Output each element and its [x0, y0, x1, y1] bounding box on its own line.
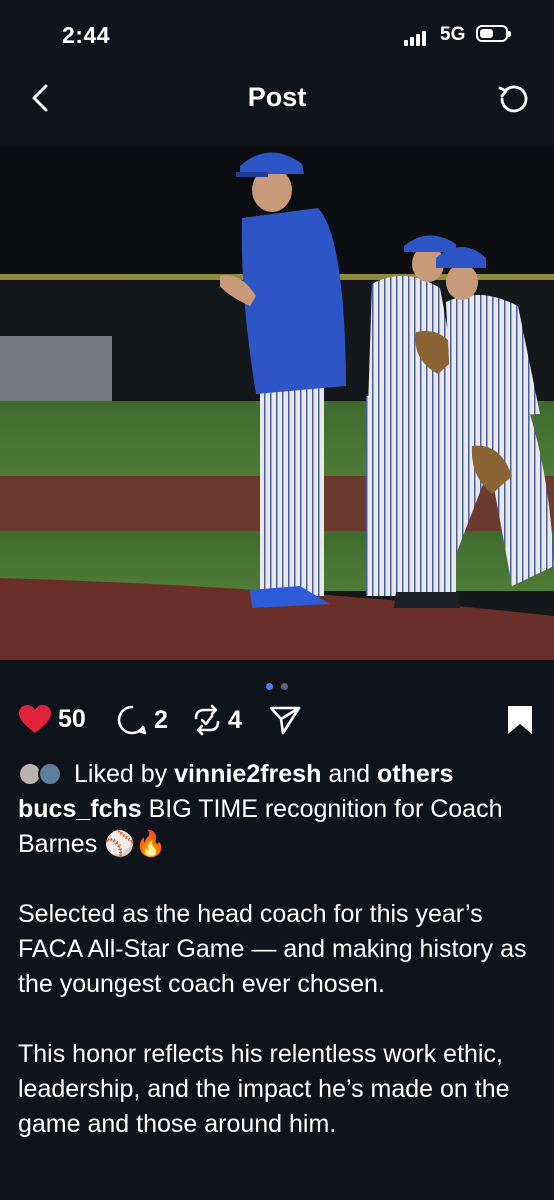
caption-paragraph-1: Selected as the head coach for this year…: [18, 900, 527, 998]
post-username[interactable]: bucs_fchs: [18, 795, 142, 823]
nav-bar: Post: [0, 70, 554, 128]
caption: bucs_fchs BIG TIME recognition for Coach…: [18, 792, 538, 862]
post-text: Liked by vinnie2fresh and others bucs_fc…: [18, 756, 538, 1142]
comment-count: 2: [154, 705, 168, 734]
liked-by-and: and: [328, 759, 371, 788]
like-count: 50: [58, 704, 86, 733]
comment-icon: [117, 705, 147, 735]
liked-by-avatars: [18, 760, 68, 788]
liked-by-prefix: Liked by: [74, 759, 168, 788]
liked-by-user[interactable]: vinnie2fresh: [174, 760, 321, 788]
signal-icon: [404, 30, 430, 46]
comment-button[interactable]: 2: [116, 704, 168, 736]
baseball-photo: [0, 146, 554, 660]
avatar: [38, 762, 62, 786]
post-photo[interactable]: [0, 146, 554, 660]
status-time: 2:44: [62, 22, 111, 48]
carousel-dot: [281, 683, 289, 690]
carousel-dot-active: [265, 683, 273, 690]
bookmark-icon: [508, 706, 532, 734]
repost-button[interactable]: 4: [192, 704, 242, 736]
repost-icon: [194, 704, 220, 736]
share-button[interactable]: [268, 704, 302, 736]
bookmark-button[interactable]: [506, 704, 534, 736]
refresh-icon[interactable]: [496, 82, 530, 116]
liked-by-others[interactable]: others: [377, 760, 453, 788]
liked-by-row[interactable]: Liked by vinnie2fresh and others: [18, 756, 538, 792]
battery-fill: [480, 29, 493, 38]
network-label: 5G: [440, 24, 466, 45]
repost-count: 4: [228, 705, 242, 734]
action-bar: 50 2 4: [0, 700, 554, 740]
caption-paragraph-2: This honor reflects his relentless work …: [18, 1040, 510, 1138]
like-button[interactable]: 50: [18, 704, 86, 734]
heart-icon: [19, 705, 51, 733]
carousel-indicator: [0, 677, 554, 695]
send-icon: [269, 706, 301, 735]
status-bar: 2:44 5G: [0, 0, 554, 70]
battery-icon: [476, 25, 511, 42]
page-title: Post: [247, 82, 307, 112]
